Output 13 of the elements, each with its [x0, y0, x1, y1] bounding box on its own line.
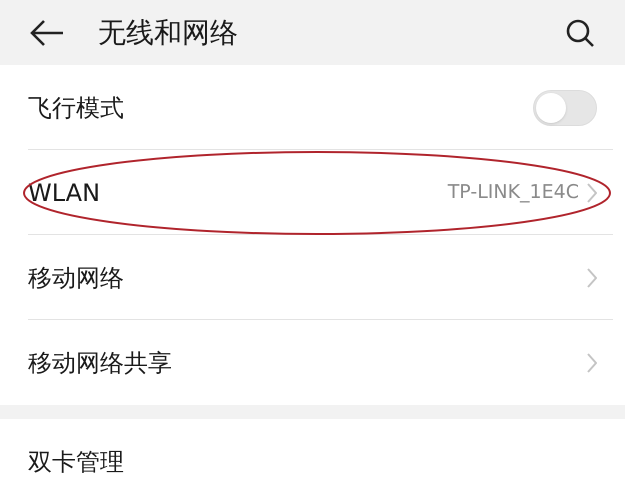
page-title: 无线和网络 [98, 14, 238, 50]
chevron-right-icon [587, 268, 597, 288]
setting-label: WLAN [28, 178, 100, 208]
back-arrow-icon[interactable] [30, 18, 64, 46]
setting-value: TP-LINK_1E4C [448, 180, 579, 206]
setting-label: 飞行模式 [28, 92, 124, 124]
toggle-switch[interactable] [533, 90, 597, 126]
setting-label: 移动网络 [28, 262, 124, 294]
search-icon[interactable] [565, 18, 595, 48]
setting-label: 移动网络共享 [28, 348, 172, 378]
chevron-right-icon [587, 182, 597, 202]
chevron-right-icon [587, 352, 597, 372]
setting-label: 双卡管理 [28, 446, 124, 478]
